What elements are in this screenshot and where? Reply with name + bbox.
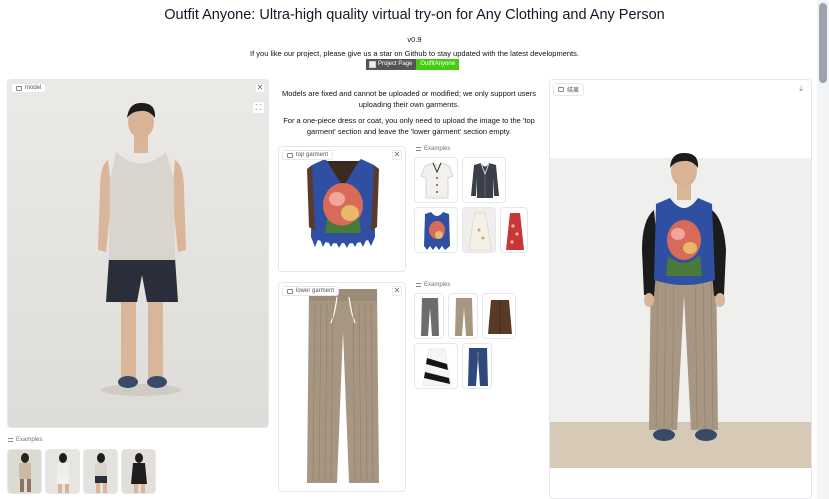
lower-garment-panel[interactable]: lower garment ✕ — [278, 282, 406, 492]
top-example-thumb[interactable] — [462, 207, 496, 253]
model-label-text: model — [25, 85, 42, 91]
model-example-image — [8, 450, 41, 493]
model-label: model — [11, 83, 47, 93]
model-image-panel[interactable]: model ✕ ⛶ — [7, 79, 269, 428]
page-title: Outfit Anyone: Ultra-high quality virtua… — [164, 7, 665, 23]
top-garment-close-button[interactable]: ✕ — [392, 150, 402, 160]
broken-image-icon — [369, 61, 376, 68]
download-icon[interactable]: ⤓ — [796, 84, 806, 94]
top-example-thumb[interactable] — [414, 157, 458, 203]
project-page-badge[interactable]: Project Page — [366, 59, 417, 70]
model-example-thumb[interactable] — [45, 449, 80, 494]
top-example-thumb[interactable] — [500, 207, 528, 253]
result-panel: 结果 ⤓ — [549, 79, 812, 499]
top-garment-panel[interactable]: top garment ✕ — [278, 146, 406, 272]
notes-fixed-models: Models are fixed and cannot be uploaded … — [282, 89, 536, 109]
image-icon — [16, 85, 22, 91]
version-label: v0.9 — [407, 35, 422, 44]
top-garment-image — [307, 159, 379, 248]
model-example-image — [84, 450, 117, 493]
project-badges: Project Page OutfitAnyone — [366, 59, 460, 70]
top-example-image — [420, 162, 454, 199]
notes-one-piece: For a one-piece dress or coat, you only … — [283, 116, 535, 136]
scrollbar-thumb[interactable] — [819, 3, 827, 83]
top-example-thumb[interactable] — [414, 207, 458, 253]
outfit-anyone-badge[interactable]: OutfitAnyone — [416, 59, 460, 70]
lower-example-image — [421, 298, 439, 336]
result-label-text: 结果 — [567, 88, 580, 94]
lower-example-thumb[interactable] — [462, 343, 492, 389]
lower-example-image — [455, 298, 473, 336]
model-photo — [8, 80, 268, 427]
model-example-image — [46, 450, 79, 493]
list-icon — [416, 147, 421, 151]
top-example-image — [463, 208, 495, 252]
lower-example-image — [488, 300, 512, 334]
model-example-image — [122, 450, 155, 493]
lower-example-thumb[interactable] — [482, 293, 516, 339]
list-icon — [416, 283, 421, 287]
lower-example-image — [468, 348, 488, 386]
subtitle-text: If you like our project, please give us … — [250, 49, 579, 58]
lower-example-image — [422, 348, 452, 387]
lower-garment-image — [307, 289, 379, 483]
list-icon — [8, 438, 13, 442]
image-icon — [287, 288, 293, 294]
top-example-thumb[interactable] — [462, 157, 506, 203]
top-examples-text: Examples — [424, 146, 451, 152]
top-garment-label: top garment — [282, 150, 334, 160]
lower-example-thumb[interactable] — [414, 343, 458, 389]
top-garment-label-text: top garment — [296, 152, 329, 158]
lower-example-thumb[interactable] — [448, 293, 478, 339]
model-example-thumb[interactable] — [83, 449, 118, 494]
model-examples-label: Examples — [8, 437, 42, 443]
model-examples-text: Examples — [16, 437, 43, 443]
lower-example-thumb[interactable] — [414, 293, 444, 339]
top-examples-label: Examples — [416, 146, 450, 152]
model-example-thumb[interactable] — [7, 449, 42, 494]
lower-examples-label: Examples — [416, 282, 450, 288]
model-close-button[interactable]: ✕ — [255, 83, 265, 93]
badge-left-label: Project Page — [378, 61, 413, 67]
result-photo — [550, 152, 811, 468]
image-icon — [287, 152, 293, 158]
top-example-image — [424, 212, 450, 250]
model-example-thumb[interactable] — [121, 449, 156, 494]
image-icon — [558, 87, 564, 92]
result-label: 结果 — [553, 83, 585, 96]
expand-icon[interactable]: ⛶ — [252, 101, 265, 114]
lower-garment-label: lower garment — [282, 286, 340, 296]
lower-garment-label-text: lower garment — [296, 288, 335, 294]
lower-examples-text: Examples — [424, 282, 451, 288]
lower-garment-close-button[interactable]: ✕ — [392, 286, 402, 296]
top-example-image — [471, 162, 499, 198]
top-example-image — [506, 213, 524, 250]
page-scrollbar[interactable] — [817, 0, 829, 499]
